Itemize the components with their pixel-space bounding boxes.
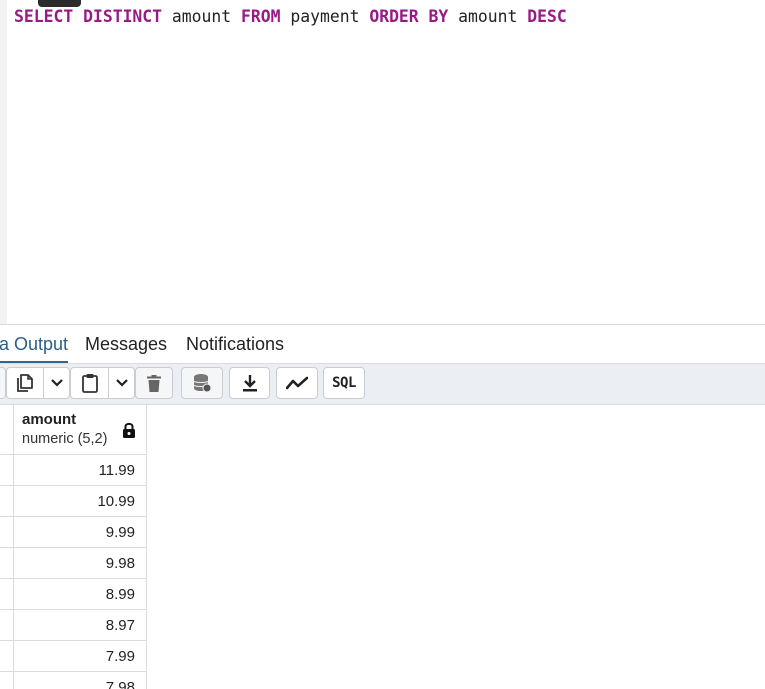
table-cell[interactable]: 10.99: [14, 486, 147, 517]
sql-keyword: BY: [428, 7, 449, 26]
results-tabs: a Output Messages Notifications: [0, 325, 765, 364]
results-toolbar: SQL: [0, 364, 765, 405]
row-number-cell[interactable]: [0, 486, 14, 517]
column-type: numeric (5,2): [22, 431, 108, 447]
chevron-down-icon: [50, 379, 63, 387]
download-button[interactable]: [229, 367, 270, 399]
sql-keyword: DESC: [527, 7, 567, 26]
column-name: amount: [22, 411, 77, 428]
table-cell[interactable]: 7.98: [14, 672, 147, 689]
trash-icon: [147, 374, 161, 392]
tab-messages[interactable]: Messages: [85, 325, 167, 363]
table-cell[interactable]: 8.97: [14, 610, 147, 641]
download-icon: [242, 375, 257, 392]
show-sql-button[interactable]: SQL: [323, 367, 365, 399]
sql-identifier: amount: [458, 7, 518, 26]
sql-button-label: SQL: [332, 375, 356, 391]
sql-identifier: payment: [290, 7, 360, 26]
copy-button[interactable]: [6, 367, 44, 399]
editor-scroll-marker: [38, 0, 81, 7]
tab-notifications[interactable]: Notifications: [186, 325, 284, 363]
table-cell[interactable]: 7.99: [14, 641, 147, 672]
query-tool-window: SELECT DISTINCT amount FROM payment ORDE…: [0, 0, 765, 689]
table-cell[interactable]: 9.99: [14, 517, 147, 548]
row-number-cell[interactable]: [0, 672, 14, 689]
sql-keyword: SELECT: [14, 7, 74, 26]
sql-keyword: ORDER: [369, 7, 419, 26]
row-number-cell[interactable]: [0, 579, 14, 610]
copy-options-dropdown[interactable]: [43, 367, 70, 399]
table-cell[interactable]: 9.98: [14, 548, 147, 579]
table-cell[interactable]: 8.99: [14, 579, 147, 610]
results-grid: amount numeric (5,2) 11.99 10.99 9.99 9.…: [0, 405, 765, 689]
chevron-down-icon: [115, 379, 128, 387]
tab-data-output[interactable]: a Output: [0, 325, 69, 363]
row-number-header[interactable]: [0, 405, 14, 455]
copy-icon: [17, 374, 33, 392]
line-chart-icon: [286, 376, 308, 390]
save-data-button[interactable]: [181, 367, 223, 399]
sql-identifier: amount: [171, 7, 232, 26]
row-number-cell[interactable]: [0, 548, 14, 579]
paste-button[interactable]: [70, 367, 109, 399]
table-cell[interactable]: 11.99: [14, 455, 147, 486]
editor-gutter: [0, 0, 7, 324]
row-number-cell[interactable]: [0, 517, 14, 548]
row-number-cell[interactable]: [0, 610, 14, 641]
lock-icon: [123, 422, 135, 438]
graph-visualiser-button[interactable]: [276, 367, 318, 399]
sql-editor[interactable]: SELECT DISTINCT amount FROM payment ORDE…: [0, 0, 765, 324]
delete-button[interactable]: [135, 367, 173, 399]
sql-keyword: DISTINCT: [83, 7, 163, 26]
row-number-cell[interactable]: [0, 641, 14, 672]
paste-options-dropdown[interactable]: [108, 367, 135, 399]
sql-keyword: FROM: [241, 7, 281, 26]
database-save-icon: [193, 374, 211, 393]
clipboard-icon: [81, 374, 98, 393]
row-number-column: [0, 405, 14, 689]
column-header-amount[interactable]: amount numeric (5,2): [14, 405, 147, 455]
row-number-cell[interactable]: [0, 455, 14, 486]
sql-query-line[interactable]: SELECT DISTINCT amount FROM payment ORDE…: [14, 7, 567, 27]
